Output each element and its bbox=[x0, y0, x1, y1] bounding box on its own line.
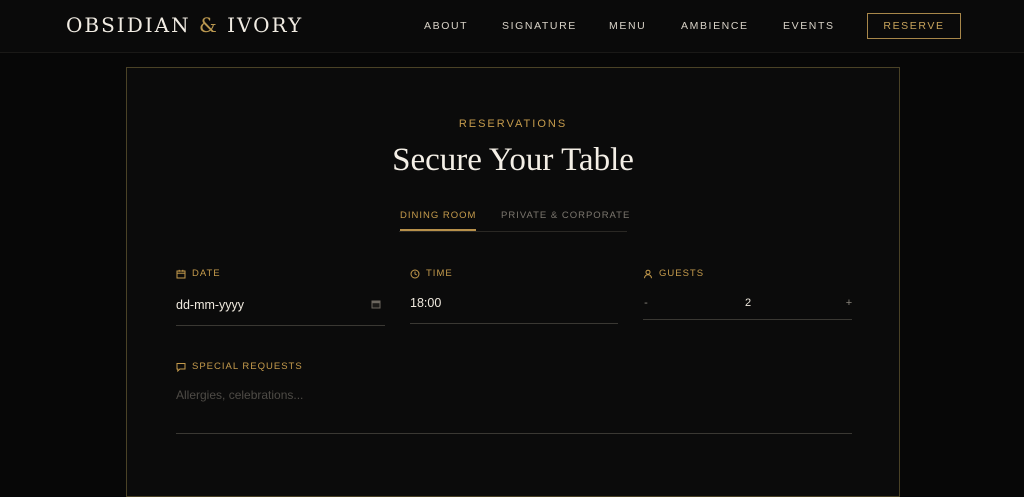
tab-private-corporate[interactable]: PRIVATE & CORPORATE bbox=[501, 210, 630, 221]
special-requests-field[interactable]: Allergies, celebrations... bbox=[176, 388, 852, 434]
clock-icon bbox=[410, 269, 420, 279]
reserve-button[interactable]: RESERVE bbox=[867, 13, 961, 39]
calendar-icon bbox=[176, 269, 186, 279]
guests-count: 2 bbox=[744, 297, 752, 309]
nav-about[interactable]: ABOUT bbox=[424, 20, 468, 32]
nav-ambience[interactable]: AMBIENCE bbox=[681, 20, 749, 32]
nav-events[interactable]: EVENTS bbox=[783, 20, 835, 32]
time-label-text: TIME bbox=[426, 268, 453, 279]
reservation-tabs: DINING ROOM PRIVATE & CORPORATE bbox=[399, 208, 630, 232]
site-header: OBSIDIAN & IVORY ABOUT SIGNATURE MENU AM… bbox=[0, 0, 1024, 53]
page-title: Secure Your Table bbox=[392, 142, 634, 178]
date-field-value: dd-mm-yyyy bbox=[176, 298, 245, 312]
date-label: DATE bbox=[176, 268, 221, 279]
tab-dining-room[interactable]: DINING ROOM bbox=[400, 210, 477, 231]
guests-increment-button[interactable]: + bbox=[842, 296, 856, 310]
special-requests-label: SPECIAL REQUESTS bbox=[176, 361, 303, 372]
brand-ampersand: & bbox=[198, 13, 219, 37]
message-icon bbox=[176, 362, 186, 372]
special-requests-label-text: SPECIAL REQUESTS bbox=[192, 361, 303, 372]
reservation-panel: RESERVATIONS Secure Your Table DINING RO… bbox=[126, 67, 900, 497]
section-eyebrow: RESERVATIONS bbox=[458, 118, 568, 130]
brand-name-right: IVORY bbox=[227, 13, 304, 37]
time-label: TIME bbox=[410, 268, 453, 279]
date-field[interactable]: dd-mm-yyyy bbox=[176, 298, 385, 326]
guests-label-text: GUESTS bbox=[659, 268, 705, 279]
guests-label: GUESTS bbox=[643, 268, 704, 279]
guests-stepper: - 2 + bbox=[643, 294, 852, 320]
brand-logo[interactable]: OBSIDIAN & IVORY bbox=[66, 13, 303, 37]
guests-decrement-button[interactable]: - bbox=[639, 296, 653, 310]
calendar-picker-icon[interactable] bbox=[371, 298, 381, 312]
date-label-text: DATE bbox=[192, 268, 221, 279]
nav-menu[interactable]: MENU bbox=[609, 20, 646, 32]
user-icon bbox=[643, 269, 653, 279]
brand-name-left: OBSIDIAN bbox=[66, 13, 191, 37]
time-field[interactable]: 18:00 bbox=[410, 296, 618, 324]
nav-signature[interactable]: SIGNATURE bbox=[502, 20, 577, 32]
